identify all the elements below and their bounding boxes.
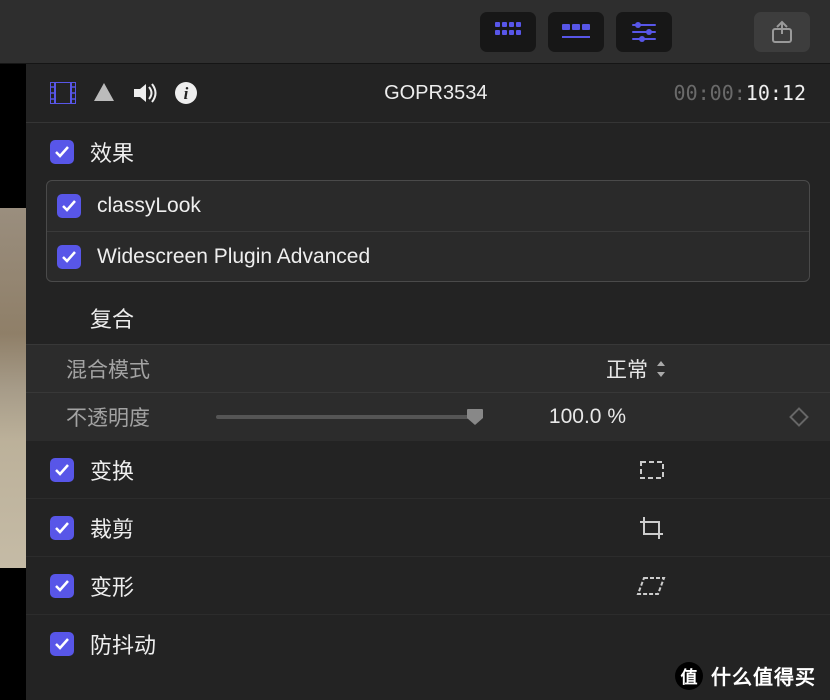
stabilize-checkbox[interactable]: [50, 632, 74, 656]
opacity-value[interactable]: 100.0 %: [506, 405, 626, 429]
distort-checkbox[interactable]: [50, 574, 74, 598]
transform-checkbox[interactable]: [50, 458, 74, 482]
distort-label: 变形: [90, 570, 134, 602]
inspector-tabs: i: [50, 81, 198, 105]
crop-checkbox[interactable]: [50, 516, 74, 540]
timeline-view-icon: [562, 24, 590, 40]
blend-mode-label: 混合模式: [66, 354, 216, 384]
timeline-view-button[interactable]: [548, 12, 604, 52]
audio-tab-icon[interactable]: [132, 82, 158, 104]
watermark-badge: 值: [675, 662, 703, 690]
inspector-sliders-button[interactable]: [616, 12, 672, 52]
clip-title: GOPR3534: [198, 82, 674, 105]
timeline-thumbnail-strip: [0, 64, 26, 700]
info-tab-icon[interactable]: i: [174, 81, 198, 105]
opacity-row: 不透明度 100.0 %: [26, 392, 830, 440]
grid-view-icon: [495, 22, 521, 42]
svg-text:i: i: [184, 84, 189, 103]
share-button[interactable]: [754, 12, 810, 52]
crop-icon[interactable]: [638, 516, 666, 540]
opacity-slider[interactable]: [216, 415, 476, 419]
applied-effects-list: classyLook Widescreen Plugin Advanced: [46, 180, 810, 282]
watermark: 值 什么值得买: [675, 661, 816, 690]
color-tab-icon[interactable]: [92, 81, 116, 105]
slider-thumb-icon[interactable]: [466, 408, 484, 426]
effect-checkbox[interactable]: [57, 245, 81, 269]
blend-mode-value: 正常: [606, 354, 648, 384]
transform-section-header[interactable]: 变换: [26, 440, 830, 498]
composite-title: 复合: [50, 288, 806, 344]
stabilize-label: 防抖动: [90, 628, 156, 660]
watermark-text: 什么值得买: [711, 661, 816, 690]
dropdown-stepper-icon: [656, 361, 666, 377]
inspector-sliders-icon: [631, 22, 657, 42]
transform-label: 变换: [90, 454, 134, 486]
timecode: 00:00:10:12: [674, 81, 806, 105]
effect-name: classyLook: [97, 194, 201, 218]
keyframe-diamond-icon[interactable]: [789, 407, 809, 427]
top-toolbar: [0, 0, 830, 64]
distort-section-header[interactable]: 变形: [26, 556, 830, 614]
timecode-suffix: 10:12: [746, 81, 806, 105]
grid-view-button[interactable]: [480, 12, 536, 52]
effect-checkbox[interactable]: [57, 194, 81, 218]
share-icon: [771, 20, 793, 44]
effect-name: Widescreen Plugin Advanced: [97, 245, 370, 269]
inspector-panel: i GOPR3534 00:00:10:12 效果 classyLook Wid…: [26, 64, 830, 700]
timecode-prefix: 00:00:: [674, 81, 746, 105]
blend-mode-dropdown[interactable]: 正常: [606, 354, 666, 384]
effects-section-header[interactable]: 效果: [26, 122, 830, 180]
distort-skew-icon[interactable]: [636, 576, 666, 596]
effects-label: 效果: [90, 136, 134, 168]
opacity-label: 不透明度: [66, 402, 216, 432]
effect-row[interactable]: Widescreen Plugin Advanced: [47, 231, 809, 281]
crop-section-header[interactable]: 裁剪: [26, 498, 830, 556]
composite-section: 复合 混合模式 正常 不透明度 100.0 %: [26, 288, 830, 440]
blend-mode-row: 混合模式 正常: [26, 344, 830, 392]
inspector-header: i GOPR3534 00:00:10:12: [26, 64, 830, 122]
video-tab-icon[interactable]: [50, 82, 76, 104]
effects-checkbox[interactable]: [50, 140, 74, 164]
crop-label: 裁剪: [90, 512, 134, 544]
clip-thumbnail: [0, 208, 26, 568]
transform-rect-icon[interactable]: [638, 459, 666, 481]
effect-row[interactable]: classyLook: [47, 181, 809, 231]
